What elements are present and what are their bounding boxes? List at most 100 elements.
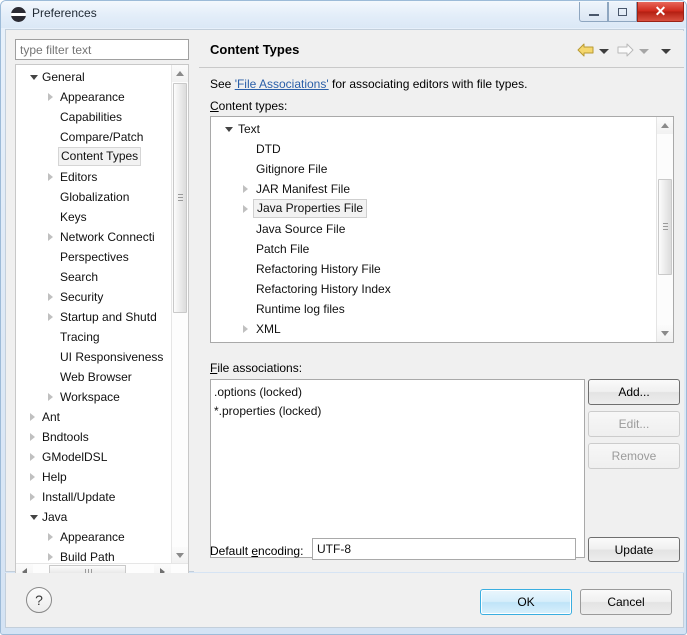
sidebar-item-label: Content Types [58, 147, 142, 166]
preferences-icon [11, 7, 26, 22]
sidebar-item-network-connecti[interactable]: Network Connecti [16, 227, 172, 247]
sidebar-item-general[interactable]: General [16, 67, 172, 87]
label-pre: Default [210, 544, 252, 558]
close-button[interactable]: ✕ [637, 2, 684, 22]
chevron-down-icon[interactable] [30, 75, 38, 80]
sidebar-item-capabilities[interactable]: Capabilities [16, 107, 172, 127]
chevron-down-icon[interactable] [225, 127, 233, 132]
file-association-item[interactable]: .options (locked) [214, 383, 584, 402]
file-associations-list[interactable]: .options (locked) *.properties (locked) [210, 379, 585, 558]
sidebar-item-ui-responsiveness[interactable]: UI Responsiveness [16, 347, 172, 367]
ok-button[interactable]: OK [480, 589, 572, 615]
chevron-right-icon[interactable] [48, 173, 53, 181]
remove-button[interactable]: Remove [588, 443, 680, 469]
chevron-right-icon[interactable] [48, 533, 53, 541]
chevron-right-icon[interactable] [48, 93, 53, 101]
add-button[interactable]: Add... [588, 379, 680, 405]
update-button[interactable]: Update [588, 537, 680, 562]
update-button-label: Update [614, 542, 654, 557]
content-type-row[interactable]: Refactoring History Index [211, 279, 657, 299]
maximize-button[interactable] [608, 2, 637, 22]
scroll-up-button[interactable] [172, 65, 188, 82]
sidebar-item-appearance[interactable]: Appearance [16, 87, 172, 107]
add-button-label: Add... [618, 385, 650, 399]
chevron-right-icon[interactable] [48, 313, 53, 321]
sidebar-item-workspace[interactable]: Workspace [16, 387, 172, 407]
content-type-row[interactable]: XML [211, 319, 657, 339]
chevron-right-icon[interactable] [48, 553, 53, 561]
sidebar-item-bndtools[interactable]: Bndtools [16, 427, 172, 447]
content-type-row[interactable]: Java Source File [211, 219, 657, 239]
content-type-label: Patch File [256, 242, 310, 256]
sidebar-item-editors[interactable]: Editors [16, 167, 172, 187]
sidebar-item-search[interactable]: Search [16, 267, 172, 287]
page-pane: Content Types See 'File Associations' fo… [199, 31, 684, 572]
content-type-row[interactable]: Runtime log files [211, 299, 657, 319]
back-history-chevron-down-icon[interactable] [599, 49, 609, 54]
sidebar-item-compare-patch[interactable]: Compare/Patch [16, 127, 172, 147]
content-type-row[interactable]: DTD [211, 139, 657, 159]
sidebar-item-gmodeldsl[interactable]: GModelDSL [16, 447, 172, 467]
sidebar-item-perspectives[interactable]: Perspectives [16, 247, 172, 267]
content-types-scrollbar[interactable] [656, 117, 673, 342]
cancel-button[interactable]: Cancel [580, 589, 672, 615]
chevron-right-icon[interactable] [243, 205, 248, 213]
sidebar-item-globalization[interactable]: Globalization [16, 187, 172, 207]
chevron-right-icon[interactable] [48, 393, 53, 401]
sidebar-item-install-update[interactable]: Install/Update [16, 487, 172, 507]
chevron-right-icon[interactable] [30, 413, 35, 421]
sidebar-item-ant[interactable]: Ant [16, 407, 172, 427]
scroll-up-button[interactable] [657, 117, 673, 134]
chevron-right-icon[interactable] [30, 473, 35, 481]
sidebar-item-tracing[interactable]: Tracing [16, 327, 172, 347]
content-type-row[interactable]: Refactoring History File [211, 259, 657, 279]
file-associations-link[interactable]: 'File Associations' [235, 77, 329, 91]
sidebar-item-java[interactable]: Java [16, 507, 172, 527]
sidebar-item-help[interactable]: Help [16, 467, 172, 487]
content-type-row[interactable]: Gitignore File [211, 159, 657, 179]
label-rest: ontent types: [218, 99, 288, 113]
minimize-button[interactable] [579, 2, 608, 22]
content-type-row[interactable]: Java Properties File [211, 199, 657, 219]
content-type-row[interactable]: Text [211, 119, 657, 139]
chevron-right-icon[interactable] [48, 233, 53, 241]
sidebar-item-startup-and-shutd[interactable]: Startup and Shutd [16, 307, 172, 327]
remove-button-label: Remove [611, 449, 657, 463]
mnemonic: C [210, 99, 219, 113]
content-types-tree[interactable]: Text DTD Gitignore File JAR Manifest File Ja… [210, 116, 674, 343]
scroll-thumb[interactable] [173, 83, 187, 313]
chevron-right-icon[interactable] [30, 493, 35, 501]
filter-input[interactable] [15, 39, 189, 60]
file-associations-label: File associations: [210, 361, 302, 375]
chevron-right-icon[interactable] [243, 325, 248, 333]
chevron-right-icon[interactable] [30, 433, 35, 441]
content-type-row[interactable]: JAR Manifest File [211, 179, 657, 199]
sidebar-item-appearance[interactable]: Appearance [16, 527, 172, 547]
chevron-right-icon[interactable] [243, 185, 248, 193]
back-arrow-icon[interactable] [577, 43, 594, 57]
scroll-thumb[interactable] [658, 179, 672, 275]
scroll-down-button[interactable] [172, 547, 188, 564]
chevron-right-icon[interactable] [48, 293, 53, 301]
label-post: ncoding: [258, 544, 304, 558]
sidebar-item-security[interactable]: Security [16, 287, 172, 307]
default-encoding-input[interactable] [312, 538, 576, 560]
scroll-down-button[interactable] [657, 325, 673, 342]
help-button[interactable]: ? [26, 587, 52, 613]
sidebar-item-label: Perspectives [60, 250, 129, 264]
sidebar-item-label: Capabilities [60, 110, 123, 124]
sidebar-item-web-browser[interactable]: Web Browser [16, 367, 172, 387]
edit-button[interactable]: Edit... [588, 411, 680, 437]
chevron-right-icon[interactable] [30, 453, 35, 461]
tree-vertical-scrollbar[interactable] [171, 65, 188, 581]
sidebar-item-label: Editors [60, 170, 98, 184]
content-type-row[interactable]: Patch File [211, 239, 657, 259]
sidebar-item-keys[interactable]: Keys [16, 207, 172, 227]
sidebar-item-label: Network Connecti [60, 230, 155, 244]
content-type-label: DTD [256, 142, 281, 156]
preferences-tree[interactable]: General Appearance Capabilities Compare/Pat… [15, 64, 189, 582]
chevron-down-icon[interactable] [30, 515, 38, 520]
page-menu-chevron-down-icon[interactable] [661, 49, 671, 54]
sidebar-item-content-types[interactable]: Content Types [16, 147, 172, 167]
file-association-item[interactable]: *.properties (locked) [214, 402, 584, 421]
